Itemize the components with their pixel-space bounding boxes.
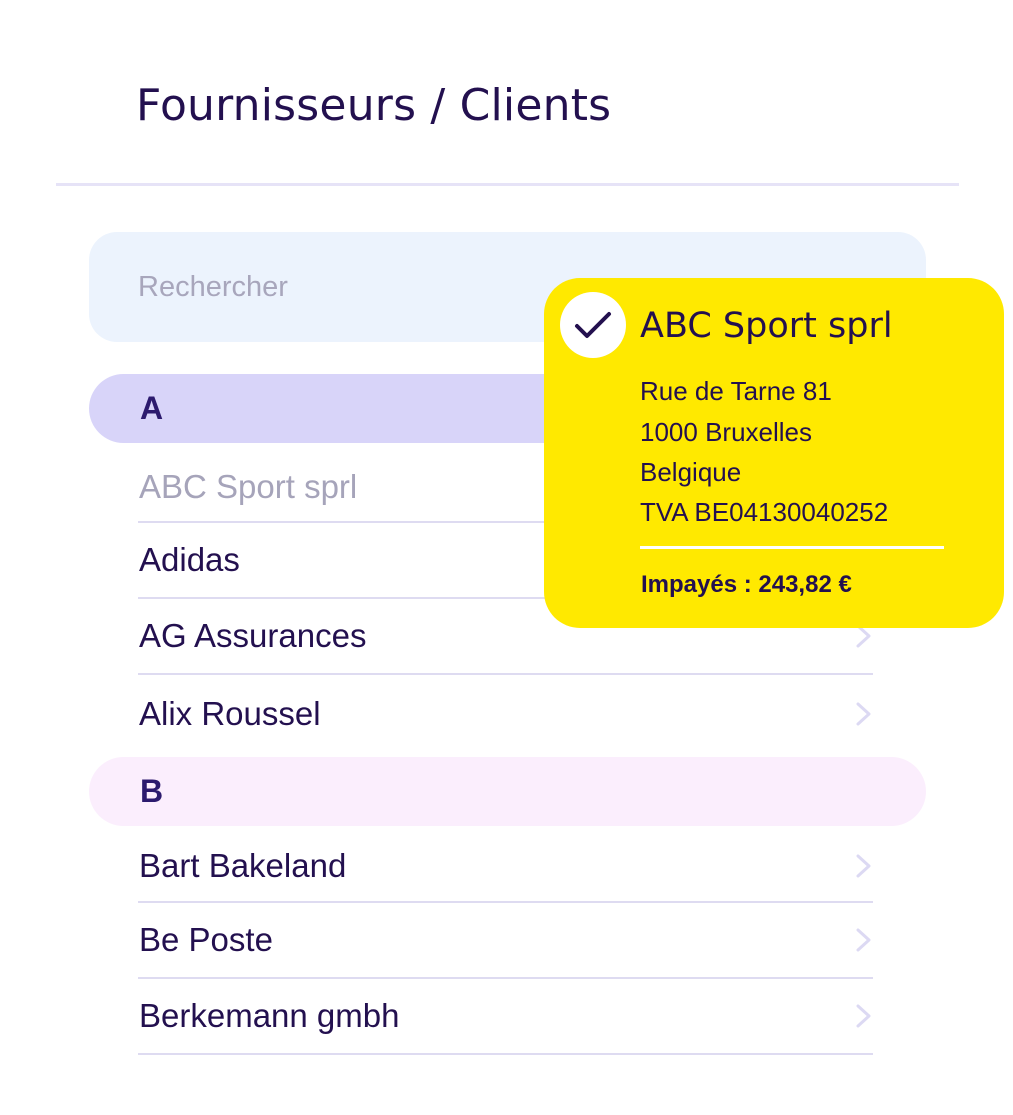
check-icon — [560, 292, 626, 358]
list-item-label: Be Poste — [139, 921, 273, 958]
chevron-right-icon — [856, 854, 871, 877]
card-address-country: Belgique — [640, 457, 742, 487]
chevron-right-icon — [856, 928, 871, 952]
section-header-b: B — [89, 757, 926, 826]
section-letter: A — [140, 390, 164, 426]
list-item-label: AG Assurances — [139, 617, 367, 654]
list-item-alix-roussel[interactable]: Alix Roussel — [138, 675, 873, 753]
list-item-label: ABC Sport sprl — [139, 467, 358, 505]
list-item-label: Bart Bakeland — [139, 846, 347, 884]
page-title: Fournisseurs / Clients — [136, 80, 612, 131]
list-item-label: Adidas — [139, 541, 240, 578]
card-address-street: Rue de Tarne 81 — [640, 376, 832, 406]
client-detail-card: ABC Sport sprl Rue de Tarne 81 1000 Brux… — [544, 278, 1004, 628]
card-vat-number: TVA BE04130040252 — [640, 497, 889, 527]
list-item-berkemann[interactable]: Berkemann gmbh — [138, 979, 873, 1055]
chevron-right-icon — [856, 1004, 871, 1028]
card-address-city: 1000 Bruxelles — [640, 417, 812, 447]
list-item-bart-bakeland[interactable]: Bart Bakeland — [138, 830, 873, 903]
card-divider — [640, 546, 944, 549]
list-item-label: Berkemann gmbh — [139, 997, 400, 1034]
header-divider — [56, 183, 959, 186]
list-item-label: Alix Roussel — [139, 695, 321, 732]
section-letter: B — [140, 773, 164, 809]
card-client-name: ABC Sport sprl — [640, 306, 893, 346]
list-item-be-poste[interactable]: Be Poste — [138, 903, 873, 979]
card-unpaid-amount: Impayés : 243,82 € — [641, 571, 852, 598]
chevron-right-icon — [856, 702, 871, 726]
